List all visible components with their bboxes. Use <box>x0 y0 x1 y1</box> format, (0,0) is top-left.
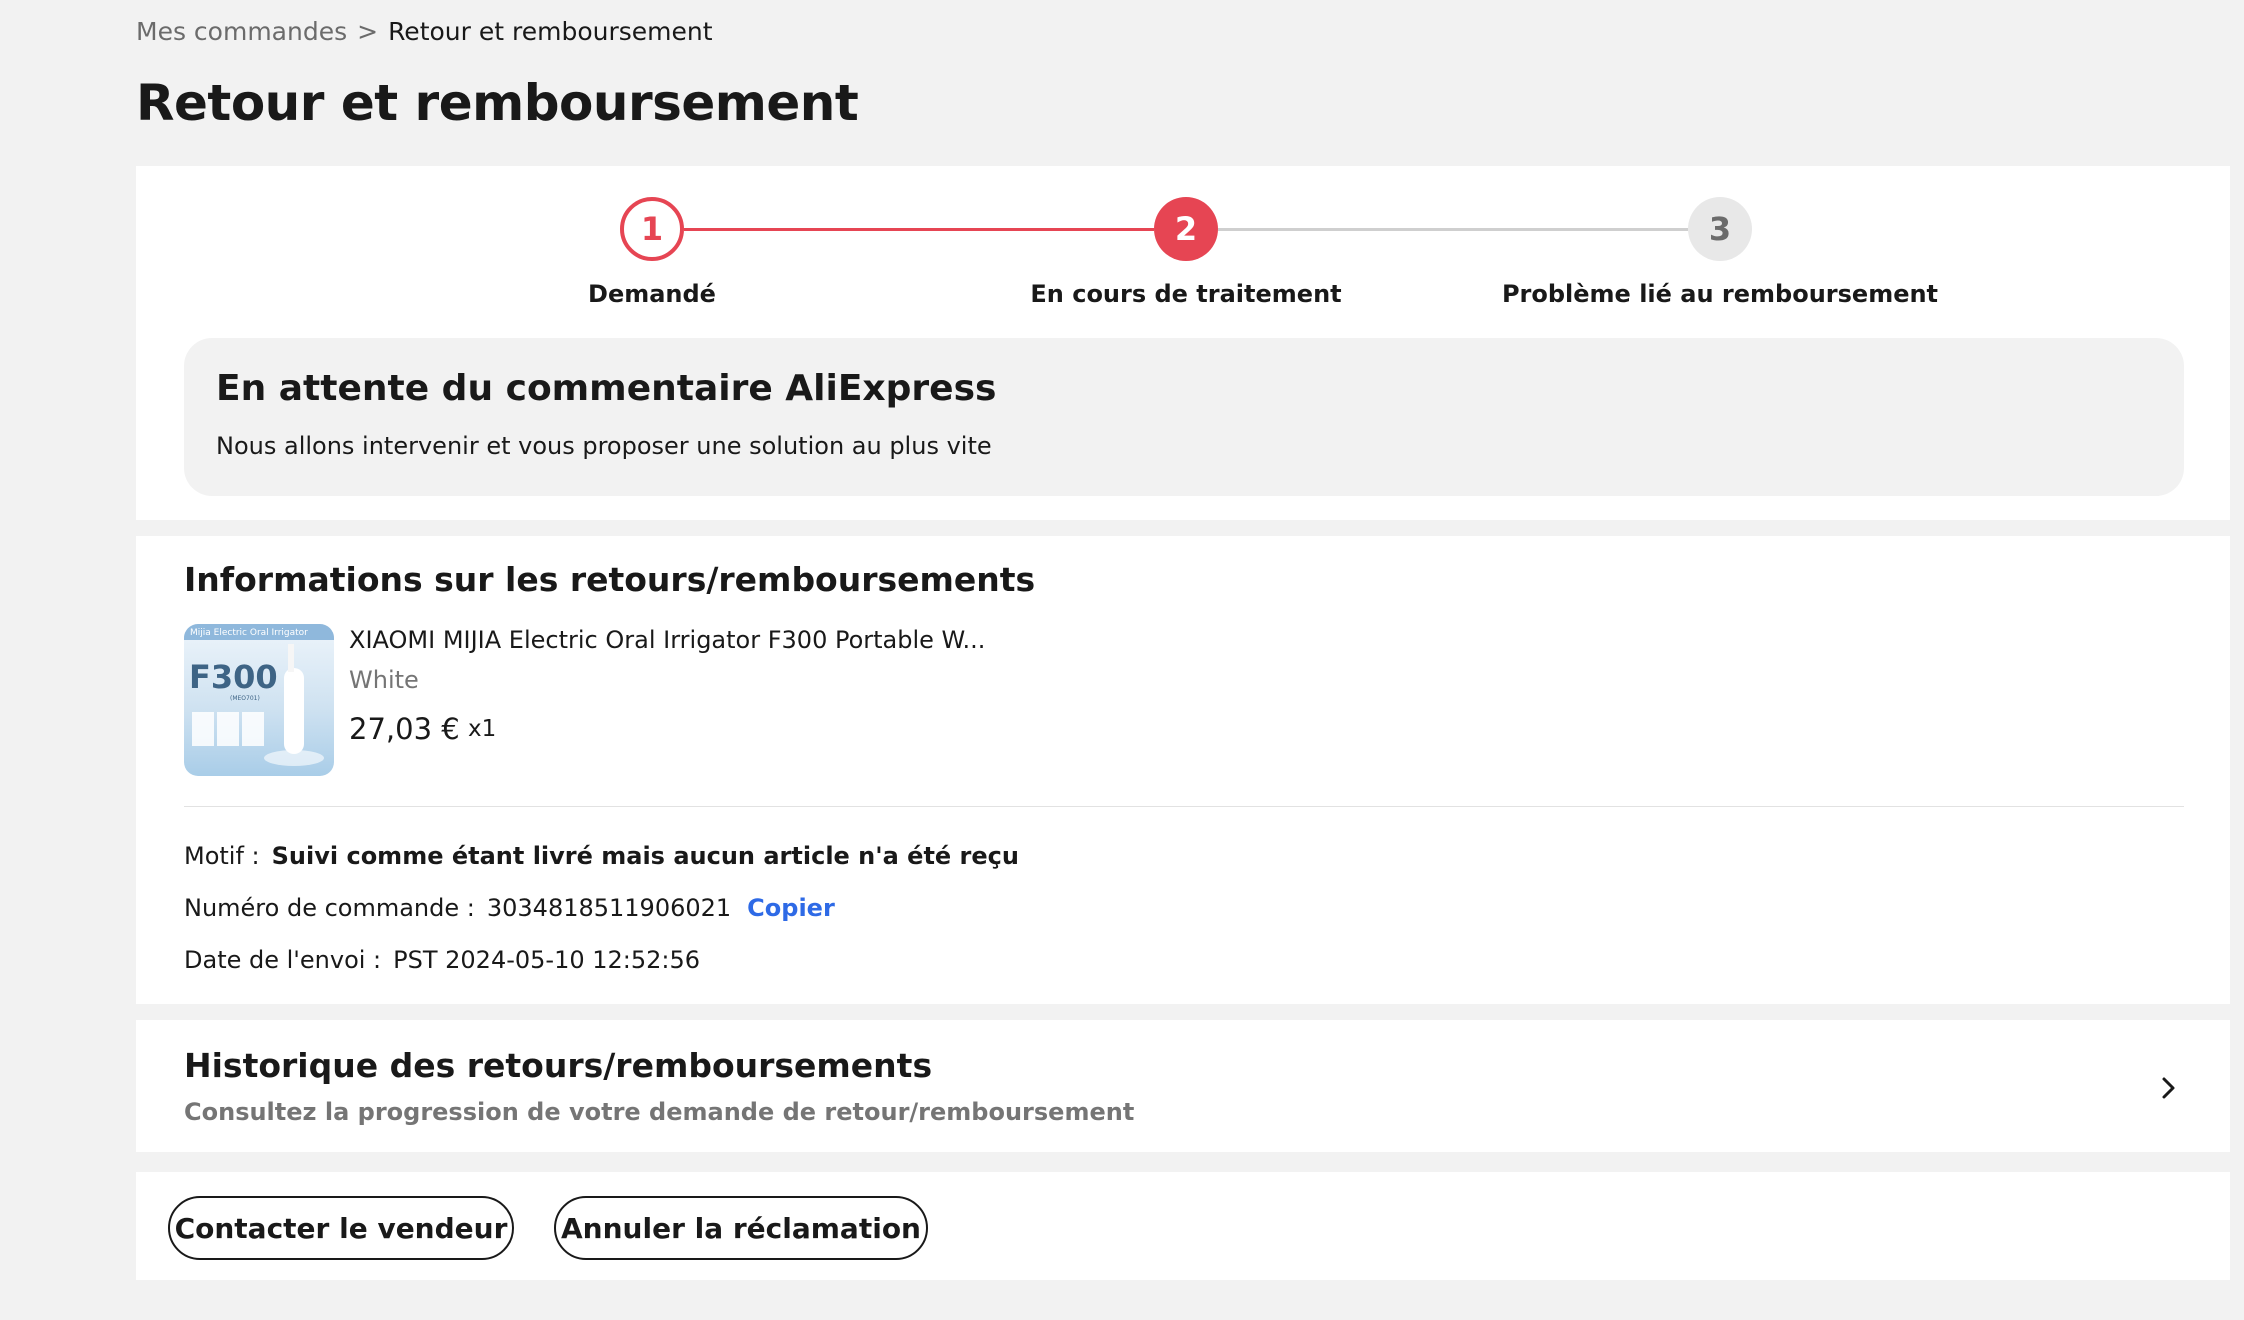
step-connector-pending <box>1218 228 1688 231</box>
shipping-date-row: Date de l'envoi : PST 2024-05-10 12:52:56 <box>184 946 700 974</box>
step-3-circle: 3 <box>1688 197 1752 261</box>
refund-info-title: Informations sur les retours/rembourseme… <box>184 560 1036 599</box>
order-number-label: Numéro de commande : <box>184 894 475 922</box>
page-title: Retour et remboursement <box>136 74 859 132</box>
refund-history-panel[interactable] <box>136 1020 2230 1152</box>
copy-order-number-button[interactable]: Copier <box>747 894 835 922</box>
order-number-value: 3034818511906021 <box>486 894 732 922</box>
chevron-right-icon[interactable] <box>2154 1074 2182 1102</box>
breadcrumb-parent-link[interactable]: Mes commandes <box>136 17 347 46</box>
thumb-banner-text: Mijia Electric Oral Irrigator <box>190 628 308 638</box>
refund-history-title: Historique des retours/remboursements <box>184 1046 933 1085</box>
product-quantity: x1 <box>468 716 497 742</box>
shipping-date-label: Date de l'envoi : <box>184 946 382 974</box>
thumb-code-text: (MEO701) <box>230 695 260 702</box>
product-variant: White <box>349 666 419 694</box>
refund-history-subtitle: Consultez la progression de votre demand… <box>184 1098 1135 1126</box>
refund-info-panel <box>136 536 2230 1004</box>
product-image: Mijia Electric Oral Irrigator F300 (MEO7… <box>184 624 334 776</box>
step-2-circle: 2 <box>1154 197 1218 261</box>
info-divider <box>184 806 2184 807</box>
reason-row: Motif : Suivi comme étant livré mais aucu… <box>184 842 1019 870</box>
breadcrumb-separator: > <box>357 17 379 46</box>
step-1-circle: 1 <box>620 197 684 261</box>
step-connector-done <box>684 228 1154 231</box>
step-2-label: En cours de traitement <box>1030 280 1342 308</box>
shipping-date-value: PST 2024-05-10 12:52:56 <box>393 946 701 974</box>
status-subtitle: Nous allons intervenir et vous proposer … <box>216 432 992 460</box>
breadcrumb-current: Retour et remboursement <box>388 17 713 46</box>
order-number-row: Numéro de commande : 3034818511906021 Copi… <box>184 894 835 922</box>
contact-seller-button[interactable]: Contacter le vendeur <box>168 1196 514 1260</box>
product-price: 27,03 € <box>349 712 460 746</box>
reason-value: Suivi comme étant livré mais aucun artic… <box>271 842 1019 870</box>
thumb-model-text: F300 <box>189 658 278 696</box>
step-3-label: Problème lié au remboursement <box>1501 280 1939 308</box>
product-name-link[interactable]: XIAOMI MIJIA Electric Oral Irrigator F30… <box>349 626 985 654</box>
breadcrumb: Mes commandes > Retour et remboursement <box>136 17 713 46</box>
status-message-box: En attente du commentaire AliExpress Nou… <box>184 338 2184 496</box>
reason-label: Motif : <box>184 842 260 870</box>
step-1-label: Demandé <box>588 280 716 308</box>
cancel-claim-button[interactable]: Annuler la réclamation <box>554 1196 928 1260</box>
status-title: En attente du commentaire AliExpress <box>216 368 997 409</box>
product-thumbnail[interactable]: Mijia Electric Oral Irrigator F300 (MEO7… <box>184 624 334 776</box>
